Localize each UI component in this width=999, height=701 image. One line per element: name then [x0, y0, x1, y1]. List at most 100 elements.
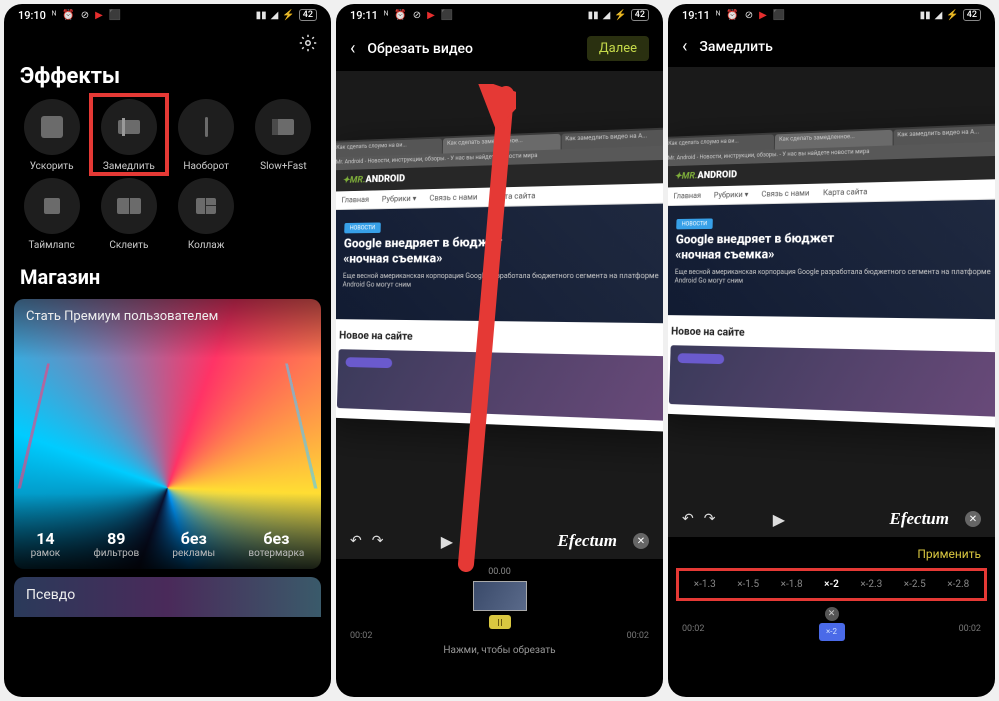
apply-button[interactable]: Применить	[917, 547, 981, 561]
youtube-icon: ▶	[759, 10, 767, 21]
effect-slow-down[interactable]: Замедлить	[93, 99, 164, 172]
merge-icon	[117, 198, 141, 214]
status-bar: 19:11 ᴺ ⏰ ⊘ ▶ ⬛ ▮▮ ◢ ⚡ 42	[336, 4, 663, 26]
youtube-icon: ▶	[427, 10, 435, 21]
trim-hint: Нажми, чтобы обрезать	[336, 641, 663, 660]
status-time: 19:11	[682, 9, 710, 22]
battery-pct: 42	[631, 9, 649, 21]
pseudo-card[interactable]: Псевдо	[14, 577, 321, 617]
nfc-icon: ᴺ	[52, 10, 56, 21]
wifi-icon: ◢	[271, 10, 279, 21]
signal-icon: ▮▮	[588, 10, 599, 21]
effect-collage[interactable]: Коллаж	[171, 178, 242, 251]
settings-icon[interactable]	[299, 34, 317, 52]
video-preview[interactable]: Как сделать слоумо на ви... Как сделать …	[668, 67, 995, 537]
premium-stats: 14рамок 89фильтров безрекламы безвотерма…	[14, 529, 321, 559]
effect-slowfast[interactable]: Slow+Fast	[248, 99, 319, 172]
speed-option[interactable]: ×-2	[824, 579, 839, 590]
speed-option[interactable]: ×-1.5	[737, 579, 759, 590]
collage-icon	[196, 198, 216, 214]
timelapse-icon	[44, 198, 60, 214]
play-button[interactable]: ▶	[441, 532, 453, 551]
speed-selector: ×-1.3 ×-1.5 ×-1.8 ×-2 ×-2.3 ×-2.5 ×-2.8	[676, 568, 987, 601]
undo-icon[interactable]: ↶	[682, 511, 694, 527]
effect-reverse[interactable]: Наоборот	[171, 99, 242, 172]
store-title: Магазин	[4, 251, 331, 299]
tl-marker[interactable]: ✕ ×-2	[819, 607, 845, 641]
slow-down-icon	[118, 120, 140, 134]
redo-icon[interactable]: ↷	[372, 533, 384, 549]
app-watermark: Efectum	[889, 509, 949, 529]
alarm-icon: ⏰	[726, 10, 738, 21]
speed-option[interactable]: ×-2.5	[904, 579, 926, 590]
status-time: 19:11	[350, 9, 378, 22]
site-logo: ✦MR.ANDROID	[674, 170, 737, 182]
browser-tab: Как замедлить видео на А...	[893, 125, 995, 146]
effects-title: Эффекты	[4, 60, 331, 99]
trim-right-time: 00:02	[627, 631, 649, 641]
video-preview[interactable]: Как сделать слоумо на ви... Как сделать …	[336, 71, 663, 559]
redo-icon[interactable]: ↷	[704, 511, 716, 527]
status-bar: 19:11 ᴺ ⏰ ⊘ ▶ ⬛ ▮▮ ◢ ⚡ 42	[668, 4, 995, 26]
next-button[interactable]: Далее	[587, 36, 649, 61]
nfc-icon: ᴺ	[716, 10, 720, 21]
close-icon[interactable]: ✕	[825, 607, 839, 621]
dnd-icon: ⊘	[745, 10, 753, 21]
screen-title: Обрезать видео	[367, 41, 586, 57]
trim-left-time: 00:02	[350, 631, 372, 641]
screen-title: Замедлить	[699, 39, 981, 55]
tl-right-time: 00:02	[959, 624, 981, 634]
signal-icon: ▮▮	[256, 10, 267, 21]
site-logo: ✦MR.ANDROID	[342, 174, 405, 186]
trim-handle[interactable]	[489, 615, 511, 629]
trim-top-time: 00.00	[336, 567, 663, 577]
browser-tab: Как замедлить видео на А...	[561, 129, 663, 150]
cast-icon: ⬛	[109, 10, 121, 21]
trim-thumbnail[interactable]	[473, 581, 527, 611]
premium-card[interactable]: Стать Премиум пользователем 14рамок 89фи…	[14, 299, 321, 569]
battery-icon: ⚡	[614, 10, 626, 21]
screen-slowmo: 19:11 ᴺ ⏰ ⊘ ▶ ⬛ ▮▮ ◢ ⚡ 42 ‹ Замедлить Ка…	[668, 4, 995, 697]
cast-icon: ⬛	[773, 10, 785, 21]
dnd-icon: ⊘	[81, 10, 89, 21]
battery-icon: ⚡	[282, 10, 294, 21]
effect-merge[interactable]: Склеить	[93, 178, 164, 251]
article-thumb	[669, 345, 995, 417]
remove-watermark-icon[interactable]: ✕	[633, 533, 649, 549]
speed-option[interactable]: ×-1.3	[694, 579, 716, 590]
youtube-icon: ▶	[95, 10, 103, 21]
slowfast-icon	[272, 119, 294, 135]
status-bar: 19:10 ᴺ ⏰ ⊘ ▶ ⬛ ▮▮ ◢ ⚡ 42	[4, 4, 331, 26]
wifi-icon: ◢	[935, 10, 943, 21]
tl-speed-chip: ×-2	[819, 623, 845, 641]
status-time: 19:10	[18, 9, 46, 22]
screen-effects: 19:10 ᴺ ⏰ ⊘ ▶ ⬛ ▮▮ ◢ ⚡ 42 Эффекты Ускори…	[4, 4, 331, 697]
trim-area: 00.00 00:02 00:02 Нажми, чтобы обрезать	[336, 559, 663, 664]
speed-option[interactable]: ×-1.8	[781, 579, 803, 590]
speed-up-icon	[41, 116, 63, 138]
speed-option[interactable]: ×-2.3	[860, 579, 882, 590]
app-watermark: Efectum	[557, 531, 617, 551]
nfc-icon: ᴺ	[384, 10, 388, 21]
signal-icon: ▮▮	[920, 10, 931, 21]
preview-content: Как сделать слоумо на ви... Как сделать …	[668, 123, 995, 429]
speed-timeline[interactable]: 00:02 ✕ ×-2 00:02	[668, 607, 995, 651]
premium-cta: Стать Премиум пользователем	[26, 309, 218, 324]
dnd-icon: ⊘	[413, 10, 421, 21]
back-button[interactable]: ‹	[682, 36, 687, 57]
reverse-icon	[205, 117, 208, 137]
battery-pct: 42	[299, 9, 317, 21]
preview-content: Как сделать слоумо на ви... Как сделать …	[336, 127, 663, 433]
article-thumb	[337, 349, 663, 421]
remove-watermark-icon[interactable]: ✕	[965, 511, 981, 527]
play-button[interactable]: ▶	[773, 510, 785, 529]
effect-timelapse[interactable]: Таймлапс	[16, 178, 87, 251]
effect-speed-up[interactable]: Ускорить	[16, 99, 87, 172]
alarm-icon: ⏰	[394, 10, 406, 21]
back-button[interactable]: ‹	[350, 38, 355, 59]
tl-left-time: 00:02	[682, 624, 704, 634]
speed-option[interactable]: ×-2.8	[947, 579, 969, 590]
battery-icon: ⚡	[946, 10, 958, 21]
undo-icon[interactable]: ↶	[350, 533, 362, 549]
screen-trim: 19:11 ᴺ ⏰ ⊘ ▶ ⬛ ▮▮ ◢ ⚡ 42 ‹ Обрезать вид…	[336, 4, 663, 697]
